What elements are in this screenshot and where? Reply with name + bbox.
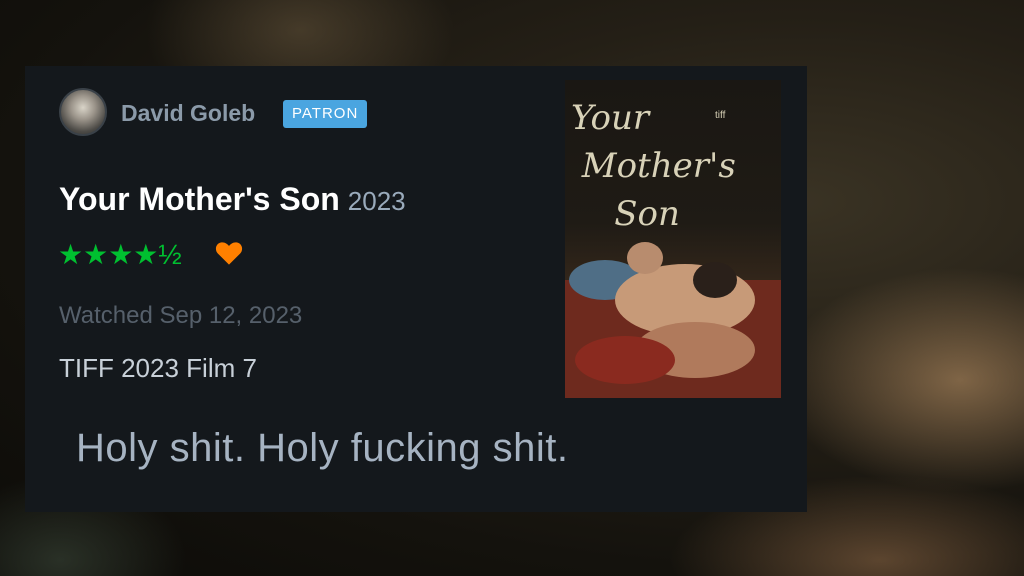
film-year[interactable]: 2023	[348, 186, 406, 216]
username[interactable]: David Goleb	[121, 100, 255, 127]
poster-title: Your Mother's Son	[571, 98, 736, 234]
patron-badge: PATRON	[283, 100, 368, 128]
film-poster[interactable]: Your Mother's Son tiff	[565, 80, 781, 398]
user-avatar[interactable]	[59, 88, 107, 136]
review-text: Holy shit. Holy fucking shit.	[76, 426, 569, 470]
rating-stars: ★★★★½	[58, 239, 182, 270]
poster-festival-badge: tiff	[715, 110, 726, 121]
review-tag-line: TIFF 2023 Film 7	[59, 353, 257, 383]
review-card: David Goleb PATRON Your Mother's Son 2023…	[25, 66, 807, 512]
film-title-line: Your Mother's Son 2023	[59, 181, 406, 218]
film-title[interactable]: Your Mother's Son	[59, 181, 340, 217]
watched-date: Watched Sep 12, 2023	[59, 302, 303, 329]
heart-icon	[215, 242, 243, 265]
poster-artwork	[565, 242, 781, 398]
